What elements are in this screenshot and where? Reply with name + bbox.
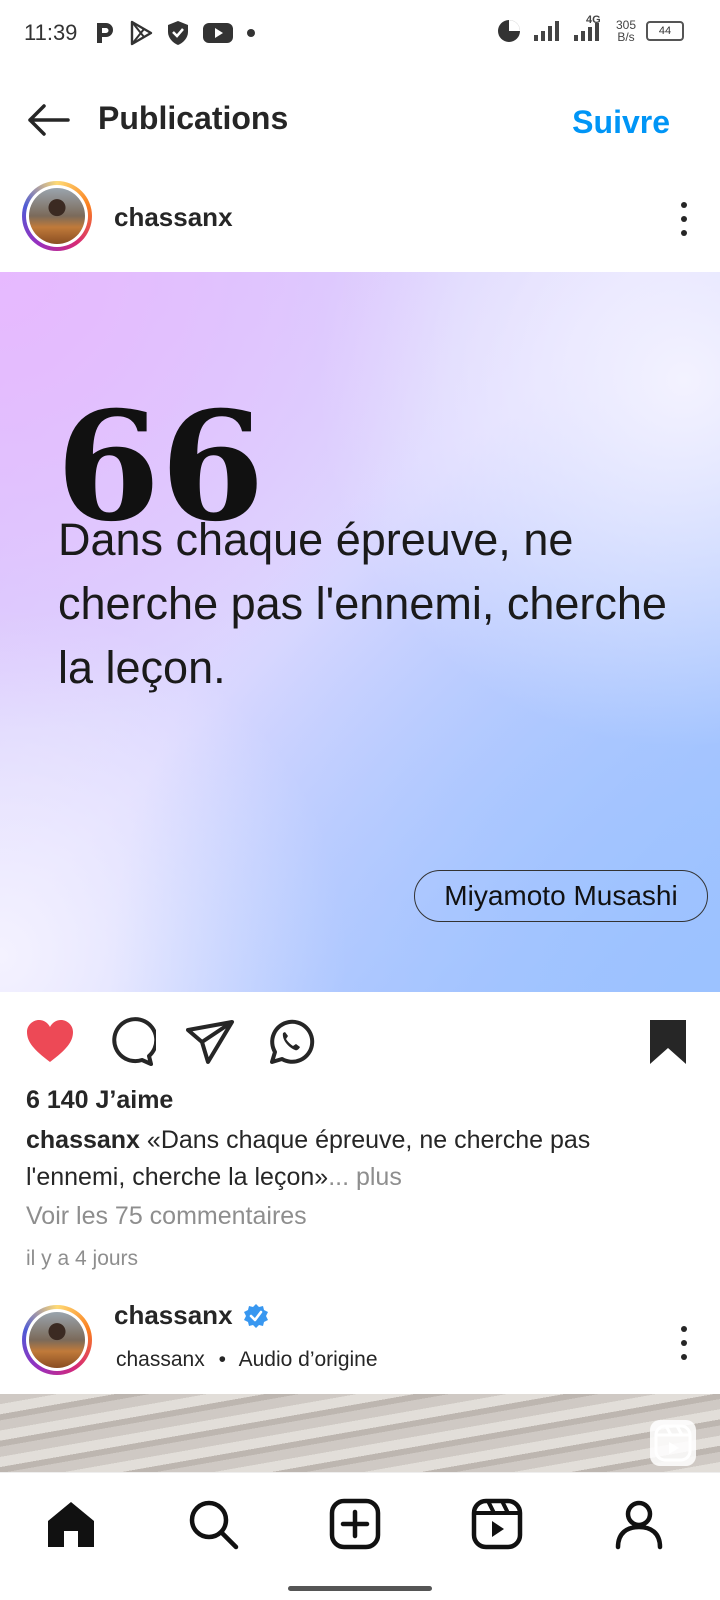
play-store-icon <box>130 20 153 46</box>
avatar[interactable] <box>22 181 92 251</box>
next-post-media[interactable] <box>0 1394 720 1472</box>
shield-icon <box>168 21 188 45</box>
create-icon[interactable] <box>328 1497 382 1551</box>
data-saver-icon <box>497 20 520 42</box>
back-arrow-icon[interactable] <box>24 96 72 144</box>
comment-icon[interactable] <box>104 1016 156 1068</box>
youtube-icon <box>203 23 233 43</box>
search-icon[interactable] <box>186 1497 240 1551</box>
caption-more-link[interactable]: ... plus <box>328 1163 402 1191</box>
status-bar: 11:39 4G 305 B/s 44 <box>0 0 720 70</box>
more-options-icon[interactable] <box>680 202 688 236</box>
page-title: Publications <box>98 100 289 136</box>
post-caption[interactable]: chassanx «Dans chaque épreuve, ne cherch… <box>26 1122 686 1196</box>
home-indicator[interactable] <box>288 1586 432 1591</box>
save-bookmark-icon[interactable] <box>642 1016 694 1068</box>
follow-button[interactable]: Suivre <box>572 104 670 141</box>
next-post-avatar[interactable] <box>22 1305 92 1375</box>
next-post-more-icon[interactable] <box>680 1326 688 1360</box>
verified-badge-icon <box>243 1303 268 1328</box>
quote-author: Miyamoto Musashi <box>414 870 708 922</box>
signal-4g-icon: 4G <box>572 14 606 44</box>
bottom-navigation <box>0 1472 720 1597</box>
share-send-icon[interactable] <box>184 1016 236 1068</box>
home-icon[interactable] <box>44 1497 98 1551</box>
notification-icons <box>94 20 256 46</box>
signal-icon <box>533 21 559 41</box>
next-post-user-line: chassanx <box>114 1300 269 1331</box>
quote-text: Dans chaque épreuve, ne cherche pas l'en… <box>58 514 667 693</box>
separator-dot: • <box>218 1348 226 1371</box>
next-post-username[interactable]: chassanx <box>114 1300 233 1331</box>
whatsapp-icon[interactable] <box>264 1016 316 1068</box>
original-audio-link[interactable]: Audio d’origine <box>239 1348 378 1371</box>
status-time: 11:39 <box>24 20 78 45</box>
next-post-sub-user[interactable]: chassanx <box>116 1348 205 1371</box>
next-post-subline: chassanx • Audio d’origine <box>116 1348 378 1372</box>
likes-count[interactable]: 6 140 J’aime <box>26 1086 173 1115</box>
view-comments-link[interactable]: Voir les 75 commentaires <box>26 1202 307 1231</box>
battery-icon: 44 <box>646 21 684 41</box>
reels-icon[interactable] <box>470 1497 524 1551</box>
post-username[interactable]: chassanx <box>114 202 233 233</box>
reel-badge-icon <box>650 1420 696 1466</box>
system-icons: 4G 305 B/s 44 <box>496 14 684 44</box>
dot-icon <box>247 29 255 37</box>
caption-username[interactable]: chassanx <box>26 1126 140 1154</box>
profile-icon[interactable] <box>612 1497 666 1551</box>
post-date: il y a 4 jours <box>26 1247 139 1270</box>
p-app-icon <box>97 23 113 43</box>
network-speed: 305 B/s <box>615 18 636 44</box>
like-heart-icon[interactable] <box>24 1016 76 1068</box>
